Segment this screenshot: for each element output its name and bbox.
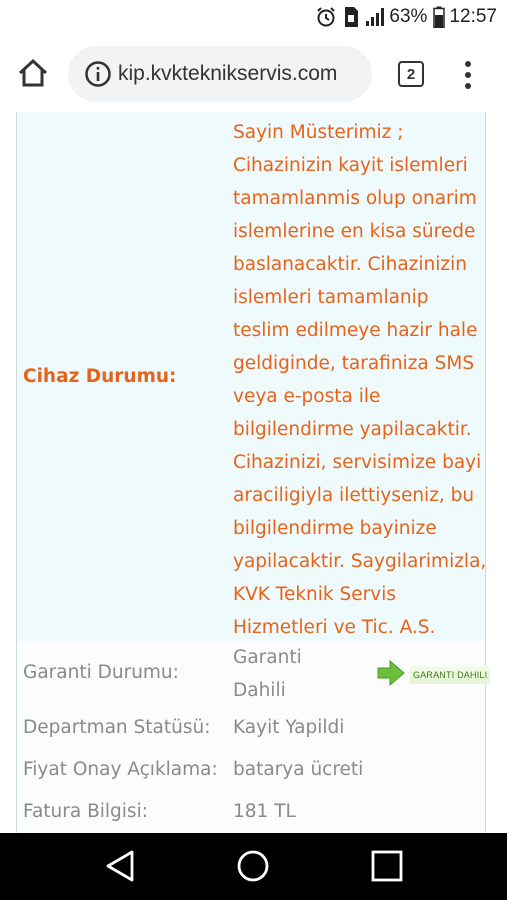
fatura-bilgisi-label: Fatura Bilgisi:	[23, 801, 148, 822]
arrow-right-icon	[376, 658, 406, 692]
cihaz-durumu-label: Cihaz Durumu:	[23, 366, 177, 387]
garanti-durumu-value-line2: Dahili	[233, 680, 286, 701]
fiyat-onay-value: batarya ücreti	[233, 759, 364, 780]
garanti-durumu-label: Garanti Durumu:	[23, 662, 179, 683]
url-text[interactable]: kip.kvkteknikservis.com	[118, 62, 337, 86]
status-bar: 63% 12:57	[0, 0, 507, 34]
home-icon[interactable]	[16, 56, 50, 90]
menu-icon[interactable]	[458, 58, 478, 92]
battery-percent: 63%	[389, 6, 428, 27]
message-line: bilgilendirme bayinize	[233, 518, 437, 539]
message-line: teslim edilmeye hazir hale	[233, 320, 478, 341]
recents-icon[interactable]	[371, 849, 403, 887]
tabs-icon[interactable]: 2	[398, 61, 424, 87]
message-line: araciligiyla ilettiyseniz, bu	[233, 485, 475, 506]
message-line: veya e-posta ile	[233, 386, 381, 407]
fiyat-onay-label: Fiyat Onay Açıklama:	[23, 759, 218, 780]
navigation-bar	[0, 833, 507, 900]
browser-toolbar: kip.kvkteknikservis.com 2	[0, 34, 507, 112]
cihaz-durumu-message: Sayin Müsterimiz ; Cihazinizin kayit isl…	[233, 116, 487, 644]
back-icon[interactable]	[104, 849, 136, 887]
departman-statusu-label: Departman Statüsü:	[23, 717, 211, 738]
message-line: yapilacaktir. Saygilarimizla,	[233, 551, 487, 572]
clock: 12:57	[449, 6, 497, 27]
alarm-icon	[315, 6, 337, 28]
message-line: KVK Teknik Servis	[233, 584, 396, 605]
signal-icon	[365, 7, 385, 27]
garanti-durumu-value-line1: Garanti	[233, 647, 302, 668]
message-line: islemlerine en kisa sürede	[233, 221, 476, 242]
message-line: islemleri tamamlanip	[233, 287, 429, 308]
departman-statusu-value: Kayit Yapildi	[233, 717, 345, 738]
message-line: Cihazinizin kayit islemleri	[233, 155, 468, 176]
message-line: Sayin Müsterimiz ;	[233, 122, 404, 143]
page-content: Cihaz Durumu: Sayin Müsterimiz ; Cihazin…	[0, 112, 507, 833]
garanti-badge: GARANTI DAHILI	[376, 658, 491, 692]
message-line: baslanacaktir. Cihazinizin	[233, 254, 467, 275]
message-line: geldiginde, tarafiniza SMS	[233, 353, 475, 374]
message-line: tamamlanmis olup onarim	[233, 188, 477, 209]
message-line: Cihazinizi, servisimize bayi	[233, 452, 482, 473]
fatura-bilgisi-value: 181 TL	[233, 801, 296, 822]
home-circle-icon[interactable]	[236, 849, 270, 887]
tab-count: 2	[406, 65, 416, 83]
info-icon[interactable]	[84, 60, 112, 88]
garanti-badge-text: GARANTI DAHILI	[410, 666, 491, 684]
sim-icon	[343, 6, 359, 28]
message-line: Hizmetleri ve Tic. A.S.	[233, 617, 436, 638]
address-bar[interactable]: kip.kvkteknikservis.com	[68, 46, 372, 102]
battery-icon	[433, 6, 446, 28]
message-line: bilgilendirme yapilacaktir.	[233, 419, 472, 440]
